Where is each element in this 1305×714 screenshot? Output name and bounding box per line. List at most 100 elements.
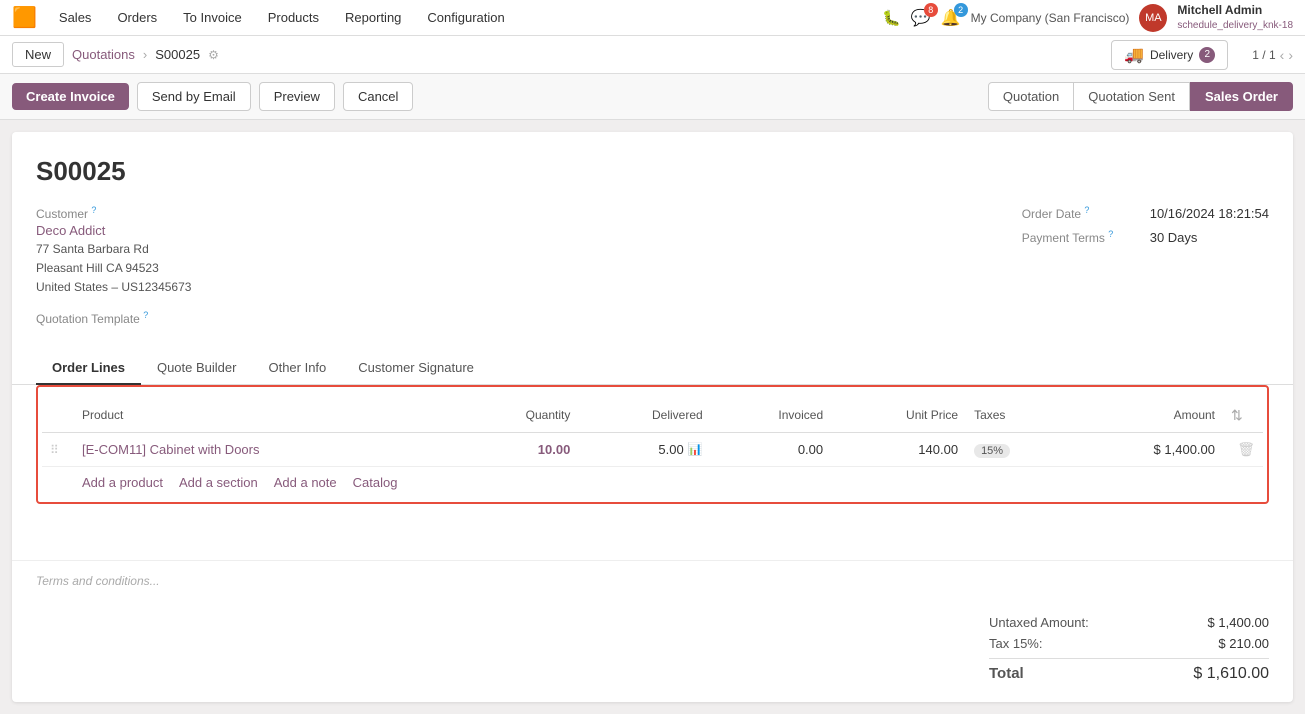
col-quantity: Quantity <box>458 399 578 433</box>
row-quantity[interactable]: 10.00 <box>458 432 578 466</box>
delivered-value: 5.00 <box>658 442 683 457</box>
customer-value[interactable]: Deco Addict <box>36 223 191 238</box>
order-header: S00025 Customer ? Deco Addict 77 Santa B… <box>12 132 1293 340</box>
status-sales-order-button[interactable]: Sales Order <box>1190 82 1293 111</box>
chart-icon[interactable]: 📊 <box>688 442 703 456</box>
right-fields: Order Date ? 10/16/2024 18:21:54 Payment… <box>1022 205 1269 298</box>
order-number: S00025 <box>36 156 1269 187</box>
quotation-template-field: Quotation Template ? <box>36 310 1269 328</box>
user-info: Mitchell Admin schedule_delivery_knk-18 <box>1177 3 1293 32</box>
chat-icon[interactable]: 💬 8 <box>911 8 931 28</box>
nav-orders[interactable]: Orders <box>113 8 161 27</box>
main-content: S00025 Customer ? Deco Addict 77 Santa B… <box>12 132 1293 702</box>
order-date-value: 10/16/2024 18:21:54 <box>1150 206 1269 221</box>
untaxed-amount-row: Untaxed Amount: $ 1,400.00 <box>989 612 1269 633</box>
user-schedule: schedule_delivery_knk-18 <box>1177 19 1293 32</box>
tab-other-info[interactable]: Other Info <box>252 352 342 385</box>
next-page-button[interactable]: › <box>1288 47 1293 63</box>
order-date-row: Order Date ? 10/16/2024 18:21:54 <box>1022 205 1269 221</box>
notification-icon[interactable]: 🔔 2 <box>941 8 961 28</box>
company-name: My Company (San Francisco) <box>971 11 1130 25</box>
tab-order-lines[interactable]: Order Lines <box>36 352 141 385</box>
payment-terms-row: Payment Terms ? 30 Days <box>1022 229 1269 245</box>
pagination-text: 1 / 1 <box>1252 48 1275 62</box>
nav-configuration[interactable]: Configuration <box>423 8 508 27</box>
order-tabs: Order Lines Quote Builder Other Info Cus… <box>12 352 1293 385</box>
col-amount: Amount <box>1069 399 1223 433</box>
spacer <box>12 520 1293 560</box>
notification-badge: 2 <box>954 3 968 17</box>
add-links: Add a product Add a section Add a note C… <box>42 467 1263 498</box>
total-label: Total <box>989 665 1024 683</box>
row-delete[interactable]: 🗑 <box>1223 432 1263 466</box>
row-invoiced: 0.00 <box>711 432 831 466</box>
table-row: ⠿ [E-COM11] Cabinet with Doors 10.00 5.0… <box>42 432 1263 466</box>
delivery-label: Delivery <box>1150 48 1193 62</box>
totals-section: Untaxed Amount: $ 1,400.00 Tax 15%: $ 21… <box>12 600 1293 702</box>
delete-row-icon[interactable]: 🗑 <box>1237 441 1255 457</box>
breadcrumb-quotations[interactable]: Quotations <box>72 47 135 62</box>
add-product-link[interactable]: Add a product <box>82 475 163 490</box>
cancel-button[interactable]: Cancel <box>343 82 413 111</box>
customer-label: Customer ? <box>36 205 191 221</box>
status-quotation-sent-button[interactable]: Quotation Sent <box>1074 82 1190 111</box>
nav-sales[interactable]: Sales <box>55 8 96 27</box>
row-drag-handle[interactable]: ⠿ <box>42 432 74 466</box>
terms-section: Terms and conditions... <box>12 560 1293 600</box>
nav-reporting[interactable]: Reporting <box>341 8 405 27</box>
col-taxes: Taxes <box>966 399 1069 433</box>
row-unit-price[interactable]: 140.00 <box>831 432 966 466</box>
add-section-link[interactable]: Add a section <box>179 475 258 490</box>
order-lines-table: Product Quantity Delivered Invoiced Unit… <box>42 399 1263 467</box>
delivery-button[interactable]: 🚚 Delivery 2 <box>1111 40 1228 70</box>
product-link[interactable]: [E-COM11] Cabinet with Doors <box>82 442 260 457</box>
col-sort: ⇅ <box>1223 399 1263 433</box>
add-note-link[interactable]: Add a note <box>274 475 337 490</box>
tax-label: Tax 15%: <box>989 636 1042 651</box>
address-line1: 77 Santa Barbara Rd <box>36 240 191 259</box>
chat-badge: 8 <box>924 3 938 17</box>
customer-address: 77 Santa Barbara Rd Pleasant Hill CA 945… <box>36 240 191 298</box>
nav-products[interactable]: Products <box>264 8 323 27</box>
customer-link[interactable]: Deco Addict <box>36 223 105 238</box>
tab-quote-builder[interactable]: Quote Builder <box>141 352 253 385</box>
nav-to-invoice[interactable]: To Invoice <box>179 8 246 27</box>
address-line3: United States – US12345673 <box>36 278 191 297</box>
status-buttons: Quotation Quotation Sent Sales Order <box>988 82 1293 111</box>
app-logo: 🟧 <box>12 5 37 30</box>
send-by-email-button[interactable]: Send by Email <box>137 82 251 111</box>
untaxed-value: $ 1,400.00 <box>1208 615 1269 630</box>
prev-page-button[interactable]: ‹ <box>1280 47 1285 63</box>
new-button[interactable]: New <box>12 42 64 67</box>
status-quotation-button[interactable]: Quotation <box>988 82 1074 111</box>
row-taxes: 15% <box>966 432 1069 466</box>
preview-button[interactable]: Preview <box>259 82 335 111</box>
total-row: Total $ 1,610.00 <box>989 658 1269 686</box>
settings-gear-icon[interactable]: ⚙ <box>208 48 219 62</box>
truck-icon: 🚚 <box>1124 45 1144 65</box>
col-product: Product <box>74 399 458 433</box>
col-unit-price: Unit Price <box>831 399 966 433</box>
row-product: [E-COM11] Cabinet with Doors <box>74 432 458 466</box>
tax-badge: 15% <box>974 444 1010 458</box>
top-navigation: 🟧 Sales Orders To Invoice Products Repor… <box>0 0 1305 36</box>
pagination: 1 / 1 ‹ › <box>1252 47 1293 63</box>
totals-table: Untaxed Amount: $ 1,400.00 Tax 15%: $ 21… <box>989 612 1269 686</box>
row-delivered: 5.00 📊 <box>578 432 710 466</box>
action-bar: Create Invoice Send by Email Preview Can… <box>0 74 1305 120</box>
order-lines-border: Product Quantity Delivered Invoiced Unit… <box>36 385 1269 504</box>
tab-customer-signature[interactable]: Customer Signature <box>342 352 490 385</box>
col-drag <box>42 399 74 433</box>
breadcrumb-separator: › <box>143 47 147 62</box>
payment-terms-value: 30 Days <box>1150 230 1198 245</box>
untaxed-label: Untaxed Amount: <box>989 615 1089 630</box>
create-invoice-button[interactable]: Create Invoice <box>12 83 129 110</box>
user-avatar: MA <box>1139 4 1167 32</box>
sort-icon[interactable]: ⇅ <box>1231 407 1243 423</box>
terms-placeholder[interactable]: Terms and conditions... <box>36 574 160 588</box>
catalog-link[interactable]: Catalog <box>353 475 398 490</box>
bug-icon[interactable]: 🐛 <box>882 9 901 27</box>
quantity-value: 10.00 <box>538 442 571 457</box>
table-section: Product Quantity Delivered Invoiced Unit… <box>12 385 1293 520</box>
address-line2: Pleasant Hill CA 94523 <box>36 259 191 278</box>
